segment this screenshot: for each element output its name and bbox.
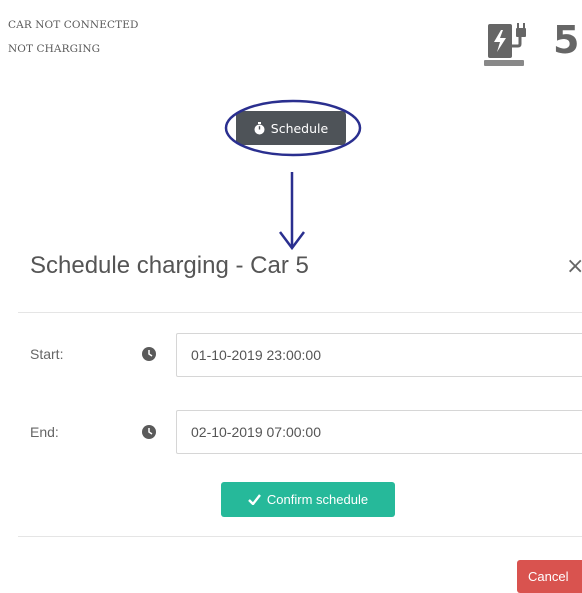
confirm-schedule-button[interactable]: Confirm schedule: [221, 482, 395, 517]
schedule-button-label: Schedule: [270, 120, 329, 136]
start-label: Start:: [30, 346, 64, 362]
end-datetime-input[interactable]: [176, 410, 582, 454]
close-button[interactable]: ×: [566, 254, 582, 279]
car-number: 5: [553, 18, 580, 62]
stopwatch-icon: [254, 121, 265, 134]
start-datetime-input[interactable]: [176, 333, 582, 377]
clock-icon: [142, 425, 156, 439]
end-label: End:: [30, 424, 59, 440]
schedule-button[interactable]: Schedule: [236, 111, 346, 145]
footer-divider: [18, 536, 582, 537]
cancel-button[interactable]: Cancel: [517, 560, 582, 593]
clock-icon: [142, 347, 156, 361]
confirm-schedule-label: Confirm schedule: [266, 492, 369, 507]
modal-title: Schedule charging - Car 5: [30, 252, 309, 279]
status-connection: CAR NOT CONNECTED: [8, 19, 139, 31]
ev-charger-icon: [484, 23, 526, 66]
annotation-arrow: [279, 172, 305, 251]
status-charging: NOT CHARGING: [8, 43, 101, 55]
check-icon: [248, 494, 261, 505]
header-divider: [18, 312, 582, 313]
